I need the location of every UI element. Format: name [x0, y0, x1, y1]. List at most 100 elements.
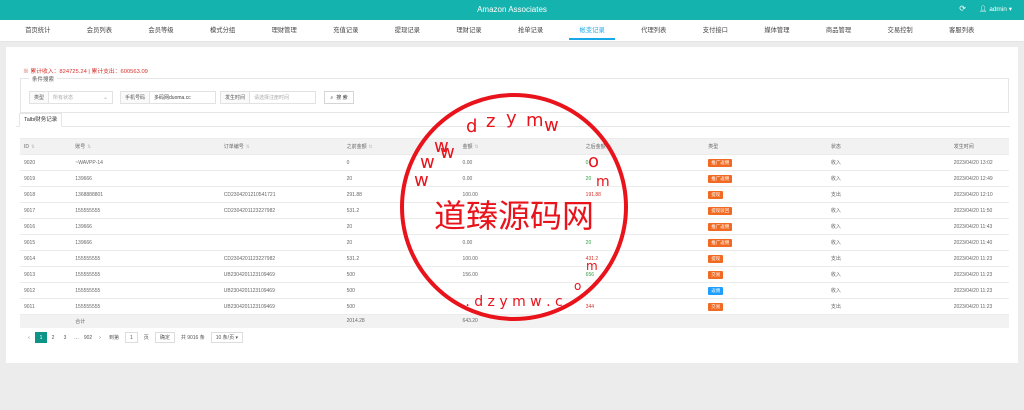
- nav-item[interactable]: 会员列表: [69, 20, 131, 42]
- cell-id-value: 9018: [24, 191, 36, 198]
- cell-type: 交易: [704, 298, 827, 315]
- cell-before: 20: [342, 170, 459, 187]
- nav-item[interactable]: 理财记录: [438, 20, 500, 42]
- cell-id: 9018: [20, 186, 72, 203]
- nav-item[interactable]: 理财管理: [253, 20, 315, 42]
- sort-icon[interactable]: ⇅: [608, 144, 612, 149]
- conditions-legend: 条件搜索: [29, 75, 58, 83]
- nav-item[interactable]: 首页统计: [7, 20, 69, 42]
- chevron-left-icon[interactable]: ‹: [23, 332, 35, 343]
- cell-amount: [458, 202, 582, 219]
- goto-confirm-button[interactable]: 确定: [154, 332, 175, 343]
- phone-input[interactable]: 多码网duoma.cc: [150, 94, 215, 101]
- search-button[interactable]: ⌕ 搜 索: [324, 91, 354, 104]
- sort-icon[interactable]: ⇅: [87, 144, 91, 149]
- type-select[interactable]: 类型 所有状态 ⌄: [29, 91, 113, 104]
- table-row: 9017 155555555 CD2304201123227982 531.2 提现驳回…: [20, 202, 1009, 219]
- nav-item[interactable]: 充值记录: [315, 20, 377, 42]
- cell-account: 155555555: [71, 266, 220, 283]
- main-nav: 首页统计 会员列表 会员等级 模式分组 理财管理 充值记录 提现记录 理财记录 抢单记录 帐变记录…: [0, 20, 1024, 42]
- goto-label: 到第: [109, 335, 120, 341]
- cell-time-value: 2023/04/20 11:40: [953, 239, 993, 246]
- table-row: 9012 155555555 UB2304201123109469 500 返佣 收入 20…: [20, 282, 1009, 299]
- total-cell: [20, 314, 72, 328]
- cell-after-value: 20: [585, 239, 592, 246]
- cell-time: 2023/04/20 11:23: [949, 282, 1009, 299]
- cell-time: 2023/04/20 11:50: [949, 202, 1009, 219]
- cell-before: 20: [342, 218, 459, 235]
- total-count: 共 9016 条: [180, 335, 205, 341]
- cell-status-value: 收入: [830, 240, 841, 246]
- user-menu[interactable]: 👤︎ admin ▾: [979, 5, 1012, 13]
- nav-item[interactable]: 支付接口: [685, 20, 747, 42]
- nav-item[interactable]: 代理列表: [623, 20, 685, 42]
- sort-icon[interactable]: ⇅: [475, 144, 479, 149]
- cell-account-value: 139666: [75, 239, 92, 246]
- cell-time: 2023/04/20 11:40: [949, 234, 1009, 251]
- records-table: ID ⇅ 账号 ⇅ 订单编号 ⇅ 之前金额 ⇅ 金额 ⇅ 之后金额 ⇅ 类型 状态 发生时间 9020 ~WA…: [20, 138, 1009, 328]
- refresh-icon[interactable]: ⟳: [959, 4, 966, 13]
- cell-time: 2023/04/20 12:49: [949, 170, 1009, 187]
- column-header: 订单编号 ⇅: [219, 138, 343, 155]
- user-name: admin: [989, 6, 1007, 13]
- search-icon: ⌕: [330, 94, 334, 101]
- table-row: 9014 155555555 CD2304201123227982 531.2 100.…: [20, 250, 1009, 267]
- nav-item[interactable]: 模式分组: [192, 20, 254, 42]
- cell-time-value: 2023/04/20 11:43: [953, 223, 993, 230]
- phone-field[interactable]: 手机号码 多码网duoma.cc: [120, 91, 216, 104]
- per-page-select[interactable]: 10 条/页 ▾: [210, 332, 243, 343]
- cell-before-value: 531.2: [346, 255, 360, 262]
- nav-item[interactable]: 商品管理: [808, 20, 870, 42]
- column-header-label: 金额: [462, 144, 473, 150]
- cell-order: UB2304201123109469: [219, 266, 343, 283]
- cell-before-value: 531.2: [346, 207, 360, 214]
- cell-before: 500: [342, 282, 459, 299]
- cell-status: 收入: [826, 282, 950, 299]
- cell-before-value: 20: [346, 175, 353, 182]
- cell-after: [581, 202, 705, 219]
- cell-after: [581, 282, 705, 299]
- type-badge: 推广返佣: [708, 238, 733, 247]
- nav-item[interactable]: 抢单记录: [500, 20, 562, 42]
- nav-item[interactable]: 提现记录: [377, 20, 439, 42]
- page-2[interactable]: 2: [47, 332, 59, 343]
- table-total-row: 合计 2014.28 643.20: [20, 314, 1009, 328]
- cell-time-value: 2023/04/20 11:23: [953, 271, 993, 278]
- cell-account-value: 155555555: [75, 303, 101, 310]
- column-header-label: 发生时间: [953, 144, 974, 150]
- search-conditions: 条件搜索 类型 所有状态 ⌄ 手机号码 多码网duoma.cc 发生时间 请选择…: [20, 75, 1009, 113]
- goto-input[interactable]: 1: [125, 332, 138, 343]
- cell-status-value: 收入: [830, 272, 841, 278]
- chevron-right-icon[interactable]: ›: [94, 332, 106, 343]
- nav-item[interactable]: 媒体管理: [746, 20, 808, 42]
- time-field[interactable]: 发生时间 请选择注册时间: [220, 91, 316, 104]
- cell-type: 交易: [704, 266, 827, 283]
- nav-item[interactable]: 客服列表: [931, 20, 993, 42]
- cell-id: 9017: [20, 202, 72, 219]
- total-cell: [219, 314, 343, 328]
- cell-account-value: ~WAVPP-14: [75, 159, 103, 166]
- cell-account-value: 1368888801: [75, 191, 104, 198]
- nav-item[interactable]: 交易控制: [869, 20, 931, 42]
- time-input[interactable]: 请选择注册时间: [250, 94, 315, 101]
- cell-status: 收入: [826, 154, 950, 171]
- cell-status: 支出: [826, 186, 950, 203]
- type-badge: 提现: [708, 254, 724, 263]
- page-last[interactable]: 902: [82, 332, 94, 343]
- sort-icon[interactable]: ⇅: [246, 144, 250, 149]
- sort-icon[interactable]: ⇅: [31, 144, 35, 149]
- sort-icon[interactable]: ⇅: [369, 144, 373, 149]
- cell-amount: [458, 298, 582, 315]
- page-1[interactable]: 1: [35, 332, 47, 343]
- search-button-label: 搜 索: [336, 95, 348, 101]
- cell-type: 推广返佣: [704, 234, 827, 251]
- cell-amount-value: 100.00: [462, 191, 478, 198]
- cell-amount: 100.00: [458, 250, 582, 267]
- cell-id: 9014: [20, 250, 72, 267]
- cell-amount-value: 0.00: [462, 175, 473, 182]
- page-3[interactable]: 3: [59, 332, 71, 343]
- tab-finance-records[interactable]: Talbi财务记录: [19, 113, 63, 127]
- nav-item[interactable]: 会员等级: [130, 20, 192, 42]
- type-select-value: 所有状态: [53, 95, 74, 101]
- nav-item[interactable]: 帐变记录: [561, 20, 623, 42]
